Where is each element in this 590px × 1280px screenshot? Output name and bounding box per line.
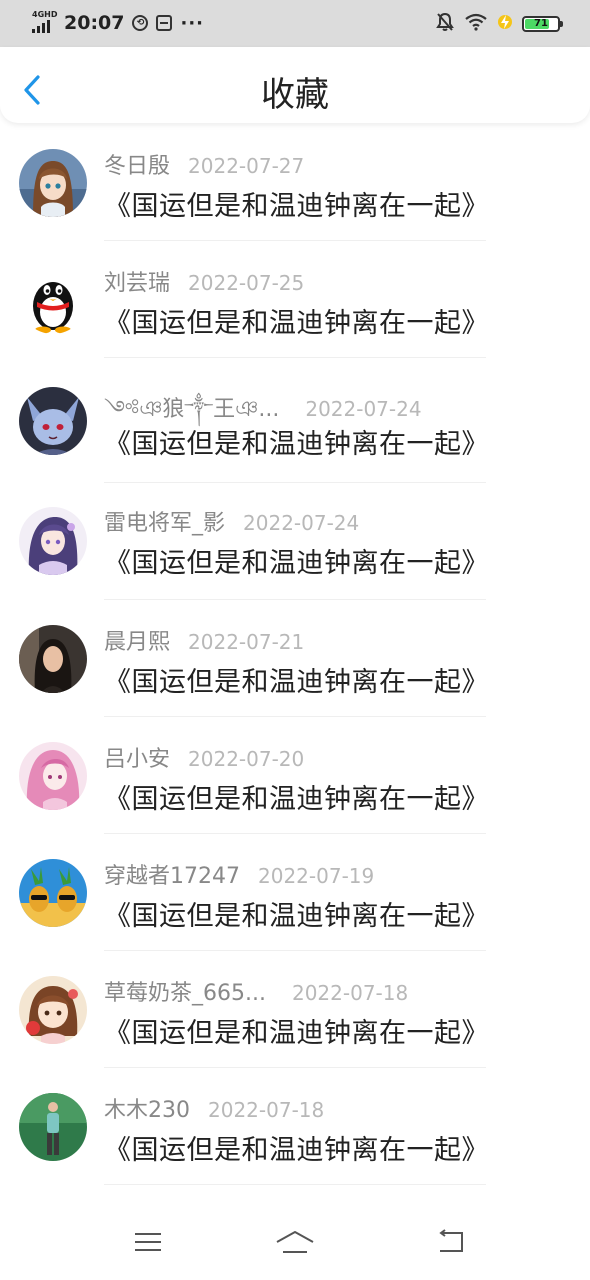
favorite-date: 2022-07-27 (188, 154, 305, 178)
status-bar-left: 4GHD 20:07 ⟲ ··· (32, 10, 204, 36)
anime-chibi-avatar[interactable] (19, 976, 87, 1044)
post-title[interactable]: 《国运但是和温迪钟离在一起》 (104, 777, 489, 816)
signal-icon: 4GHD (32, 11, 58, 35)
wifi-icon (464, 13, 488, 35)
post-title[interactable]: 《国运但是和温迪钟离在一起》 (104, 301, 489, 340)
favorite-date: 2022-07-21 (188, 630, 305, 654)
user-name[interactable]: 刘芸瑞 (104, 271, 170, 296)
list-item[interactable]: 木木230 2022-07-18 《国运但是和温迪钟离在一起》 (0, 1068, 590, 1185)
item-meta: 雷电将军_影 2022-07-24 (104, 505, 359, 537)
battery-icon: 71 (522, 16, 563, 32)
back-icon (439, 1229, 463, 1252)
item-meta: 冬日殷 2022-07-27 (104, 148, 304, 180)
user-name[interactable]: ༺ঞ狼༒王ঞ... (104, 397, 279, 422)
anime-girl-purple-avatar[interactable] (19, 507, 87, 575)
post-title[interactable]: 《国运但是和温迪钟离在一起》 (104, 660, 489, 699)
home-button[interactable] (275, 1222, 315, 1262)
list-item[interactable]: 晨月熙 2022-07-21 《国运但是和温迪钟离在一起》 (0, 600, 590, 717)
more-icon: ··· (180, 12, 204, 34)
network-type: 4GHD (32, 10, 58, 19)
charging-icon (498, 13, 512, 35)
favorite-date: 2022-07-24 (243, 511, 360, 535)
status-bar-right: 71 (436, 12, 563, 36)
list-item[interactable]: 冬日殷 2022-07-27 《国运但是和温迪钟离在一起》 (0, 124, 590, 241)
back-nav-button[interactable] (430, 1222, 470, 1262)
favorite-date: 2022-07-20 (188, 747, 305, 771)
favorite-date: 2022-07-18 (291, 981, 409, 1005)
item-meta: 晨月熙 2022-07-21 (104, 624, 304, 656)
favorite-date: 2022-07-24 (305, 397, 422, 421)
anime-pink-avatar[interactable] (19, 742, 87, 810)
list-item[interactable]: 刘芸瑞 2022-07-25 《国运但是和温迪钟离在一起》 (0, 241, 590, 358)
favorites-list: 冬日殷 2022-07-27 《国运但是和温迪钟离在一起》 刘芸瑞 2022-07-… (0, 124, 590, 1185)
list-item[interactable]: 草莓奶茶_665... 2022-07-18 《国运但是和温迪钟离在一起》 (0, 951, 590, 1068)
list-item[interactable]: 穿越者17247 2022-07-19 《国运但是和温迪钟离在一起》 (0, 834, 590, 951)
list-item[interactable]: 吕小安 2022-07-20 《国运但是和温迪钟离在一起》 (0, 717, 590, 834)
data-saver-icon: ⟲ (132, 15, 149, 31)
item-meta: 草莓奶茶_665... 2022-07-18 (104, 975, 408, 1007)
user-name[interactable]: 冬日殷 (104, 154, 170, 179)
anime-girl-avatar[interactable] (19, 149, 87, 217)
user-name[interactable]: 吕小安 (104, 747, 170, 772)
item-meta: 刘芸瑞 2022-07-25 (104, 265, 304, 297)
user-name[interactable]: 晨月熙 (104, 630, 170, 655)
user-name[interactable]: 木木230 (104, 1098, 190, 1123)
list-item[interactable]: ༺ঞ狼༒王ঞ... 2022-07-24 《国运但是和温迪钟离在一起》 (0, 358, 590, 483)
item-meta: 吕小安 2022-07-20 (104, 741, 304, 773)
clock: 20:07 (64, 12, 125, 34)
user-name[interactable]: 穿越者17247 (104, 864, 240, 889)
menu-icon (135, 1233, 161, 1251)
list-item[interactable]: 雷电将军_影 2022-07-24 《国运但是和温迪钟离在一起》 (0, 483, 590, 600)
page-title: 收藏 (261, 75, 329, 115)
user-name[interactable]: 雷电将军_影 (104, 511, 225, 536)
item-meta: 穿越者17247 2022-07-19 (104, 858, 374, 890)
anime-creature-avatar[interactable] (19, 387, 87, 455)
photo-boy-avatar[interactable] (19, 1093, 87, 1161)
post-title[interactable]: 《国运但是和温迪钟离在一起》 (104, 1128, 489, 1167)
post-title[interactable]: 《国运但是和温迪钟离在一起》 (104, 541, 489, 580)
menu-button[interactable] (128, 1222, 168, 1262)
divider (104, 1184, 486, 1185)
qq-penguin-avatar[interactable] (19, 266, 87, 334)
sim-card-icon (156, 15, 173, 31)
battery-level: 71 (534, 18, 548, 29)
post-title[interactable]: 《国运但是和温迪钟离在一起》 (104, 1011, 489, 1050)
favorite-date: 2022-07-25 (188, 271, 305, 295)
pineapple-avatar[interactable] (19, 859, 87, 927)
home-icon (276, 1231, 314, 1253)
system-nav-bar (0, 1208, 590, 1280)
post-title[interactable]: 《国运但是和温迪钟离在一起》 (104, 894, 489, 933)
photo-girl-avatar[interactable] (19, 625, 87, 693)
mute-bell-icon (436, 12, 454, 36)
favorite-date: 2022-07-18 (208, 1098, 325, 1122)
post-title[interactable]: 《国运但是和温迪钟离在一起》 (104, 184, 489, 223)
post-title[interactable]: 《国运但是和温迪钟离在一起》 (104, 422, 489, 461)
favorite-date: 2022-07-19 (258, 864, 375, 888)
status-bar: 4GHD 20:07 ⟲ ··· 71 (0, 0, 590, 47)
header: 收藏 (0, 47, 590, 123)
user-name[interactable]: 草莓奶茶_665... (104, 981, 266, 1006)
item-meta: 木木230 2022-07-18 (104, 1092, 324, 1124)
